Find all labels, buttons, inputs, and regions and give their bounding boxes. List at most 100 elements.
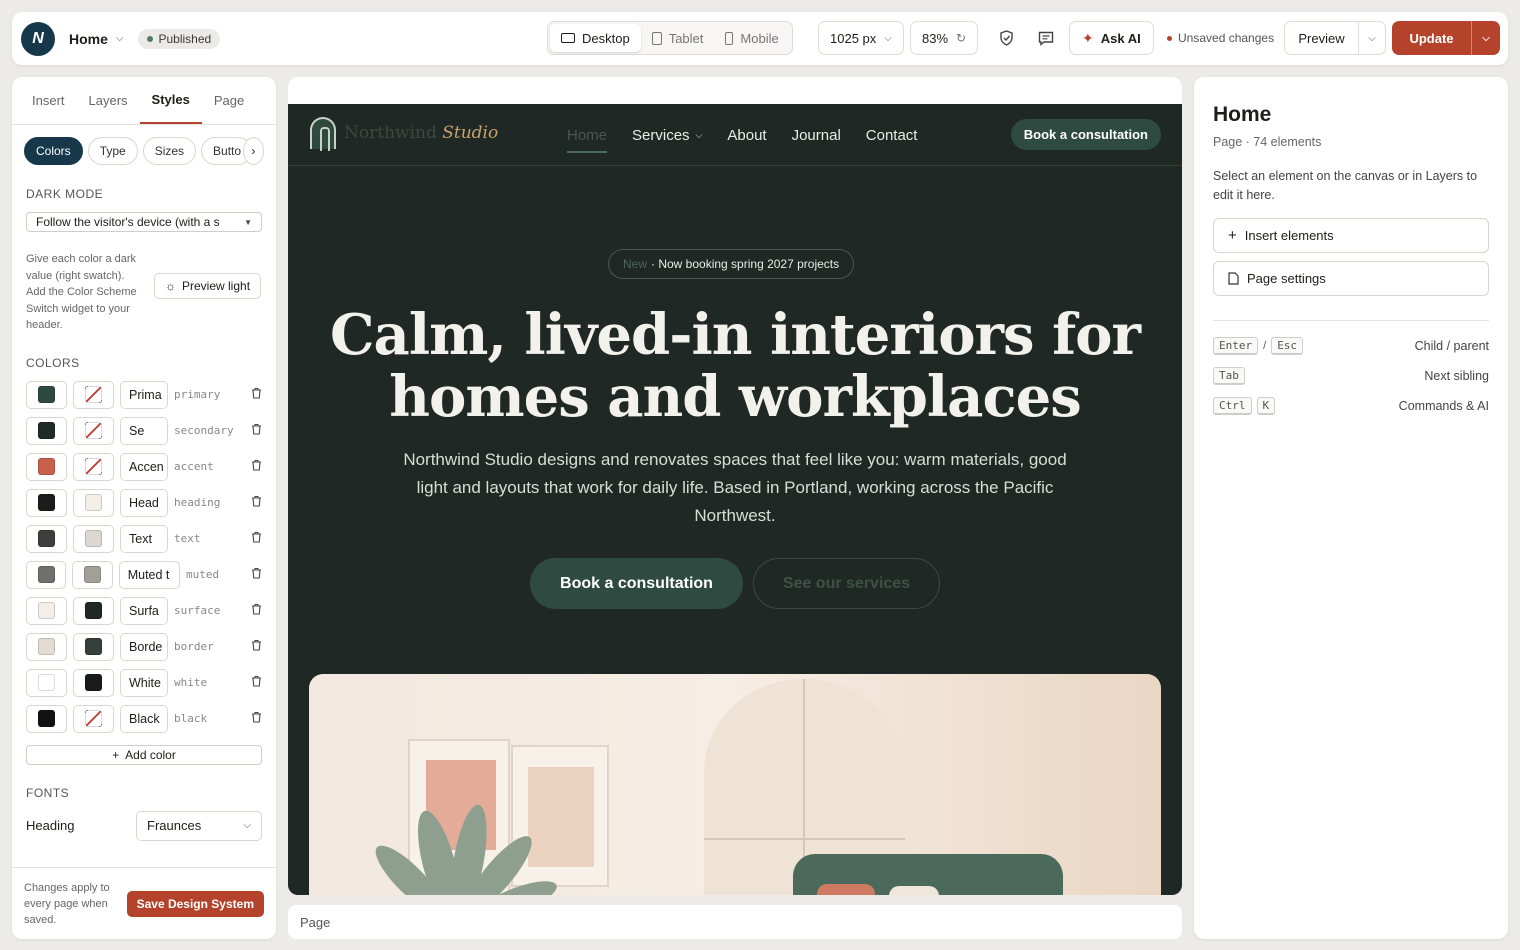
tab-insert[interactable]: Insert — [20, 77, 77, 124]
site-header[interactable]: Northwind Studio Home Services ⌵ About Jo… — [288, 104, 1182, 166]
color-name-input[interactable]: Borde — [120, 632, 168, 661]
site-nav-home[interactable]: Home — [567, 104, 608, 166]
dark-swatch-button[interactable] — [73, 488, 114, 517]
divider — [1213, 320, 1489, 321]
hero-title[interactable]: Calm, lived-in interiors for homes and w… — [328, 304, 1142, 428]
trash-icon[interactable] — [251, 603, 262, 618]
hero-primary-button[interactable]: Book a consultation — [530, 558, 743, 609]
site-brand[interactable]: Northwind Studio — [310, 117, 499, 151]
chip-type[interactable]: Type — [87, 137, 138, 165]
trash-icon[interactable] — [251, 711, 262, 726]
color-swatch — [38, 422, 55, 439]
device-tablet[interactable]: Tablet — [641, 24, 715, 52]
canvas[interactable]: Northwind Studio Home Services ⌵ About Jo… — [288, 77, 1182, 895]
light-swatch-button[interactable] — [26, 596, 67, 625]
dark-mode-select[interactable]: Follow the visitor's device (with a s ▼ — [26, 212, 262, 232]
dark-swatch-button[interactable] — [73, 632, 114, 661]
device-desktop[interactable]: Desktop — [550, 24, 641, 52]
light-swatch-button[interactable] — [26, 416, 67, 445]
update-button[interactable]: Update — [1392, 21, 1472, 55]
insert-elements-button[interactable]: + Insert elements — [1213, 218, 1489, 253]
color-row-primary: Prima primary — [12, 377, 276, 413]
preview-options-button[interactable]: ⌵ — [1359, 22, 1385, 54]
tab-page[interactable]: Page — [202, 77, 256, 124]
update-options-button[interactable]: ⌵ — [1472, 21, 1500, 55]
trash-icon[interactable] — [251, 675, 262, 690]
canvas-width-select[interactable]: 1025 px ⌵ — [818, 21, 904, 55]
hero-primary-label: Book a consultation — [560, 574, 713, 592]
app-logo[interactable]: N — [21, 21, 55, 56]
site-nav-links: Home Services ⌵ About Journal Contact — [567, 104, 917, 166]
shield-icon[interactable] — [995, 27, 1017, 49]
device-mobile[interactable]: Mobile — [714, 24, 789, 52]
logo-letter: N — [32, 29, 44, 47]
heading-font-select[interactable]: Fraunces ⌵ — [136, 810, 262, 841]
dark-swatch-button[interactable] — [73, 524, 114, 553]
site-nav-services[interactable]: Services ⌵ — [632, 104, 702, 166]
preview-light-button[interactable]: ☼ Preview light — [154, 273, 262, 299]
dark-swatch-button[interactable] — [72, 560, 113, 589]
light-swatch-button[interactable] — [26, 560, 67, 589]
announcement-pill[interactable]: New · Now booking spring 2027 projects — [608, 249, 855, 279]
page-switcher[interactable]: Home ⌵ — [69, 31, 124, 47]
color-name-input[interactable]: Muted t — [118, 560, 180, 589]
site-nav-contact[interactable]: Contact — [866, 104, 918, 166]
color-name-input[interactable]: White — [120, 668, 168, 697]
dark-swatch-button[interactable] — [73, 380, 114, 409]
color-name-input[interactable]: Prima — [120, 380, 168, 409]
hero-secondary-button[interactable]: See our services — [753, 558, 940, 609]
dark-swatch-button[interactable] — [73, 416, 114, 445]
color-name-input[interactable]: Surfa — [120, 596, 168, 625]
chip-colors[interactable]: Colors — [24, 137, 83, 165]
trash-icon[interactable] — [251, 387, 262, 402]
preview-button[interactable]: Preview — [1285, 22, 1359, 54]
trash-icon[interactable] — [251, 495, 262, 510]
hero-illustration[interactable] — [309, 674, 1161, 895]
chevron-right-icon[interactable]: › — [242, 137, 264, 165]
dark-swatch-button[interactable] — [73, 704, 114, 733]
page-settings-button[interactable]: Page settings — [1213, 261, 1489, 296]
trash-icon[interactable] — [251, 531, 262, 546]
update-label: Update — [1409, 30, 1454, 46]
site-nav-about[interactable]: About — [727, 104, 766, 166]
color-name-input[interactable]: Black — [120, 704, 168, 733]
zoom-control[interactable]: 83% ↻ — [910, 21, 979, 55]
trash-icon[interactable] — [251, 423, 262, 438]
preview-button-group: Preview ⌵ — [1284, 21, 1386, 55]
color-name-input[interactable]: Head — [120, 488, 168, 517]
site-preview[interactable]: Northwind Studio Home Services ⌵ About Jo… — [288, 104, 1182, 895]
dark-swatch-button[interactable] — [73, 668, 114, 697]
canvas-breadcrumb[interactable]: Page — [288, 905, 1182, 939]
color-name-input[interactable]: Se — [120, 416, 168, 445]
light-swatch-button[interactable] — [26, 452, 67, 481]
comments-icon[interactable] — [1035, 27, 1057, 49]
color-swatch — [84, 566, 102, 583]
trash-icon[interactable] — [251, 567, 262, 582]
trash-icon[interactable] — [251, 459, 262, 474]
ask-ai-button[interactable]: ✦ Ask AI — [1069, 21, 1154, 55]
light-swatch-button[interactable] — [26, 380, 67, 409]
light-swatch-button[interactable] — [26, 524, 67, 553]
site-nav-journal[interactable]: Journal — [792, 104, 841, 166]
light-swatch-button[interactable] — [26, 704, 67, 733]
color-token: muted — [186, 568, 220, 581]
tab-layers[interactable]: Layers — [77, 77, 140, 124]
preview-label: Preview — [1298, 30, 1345, 46]
color-swatch — [38, 710, 55, 727]
dark-swatch-button[interactable] — [73, 596, 114, 625]
chip-sizes[interactable]: Sizes — [142, 137, 197, 165]
dark-swatch-button[interactable] — [73, 452, 114, 481]
light-swatch-button[interactable] — [26, 488, 67, 517]
light-swatch-button[interactable] — [26, 668, 67, 697]
brand-name-italic: Studio — [442, 123, 499, 143]
color-name-input[interactable]: Text — [120, 524, 168, 553]
trash-icon[interactable] — [251, 639, 262, 654]
tab-styles[interactable]: Styles — [139, 77, 202, 124]
inspector-panel: Home Page · 74 elements Select an elemen… — [1194, 77, 1508, 939]
add-color-button[interactable]: + Add color — [26, 744, 262, 765]
save-design-system-button[interactable]: Save Design System — [126, 890, 264, 917]
light-swatch-button[interactable] — [26, 632, 67, 661]
color-name-input[interactable]: Accen — [120, 452, 168, 481]
site-header-cta[interactable]: Book a consultation — [1010, 119, 1161, 150]
hero-subtitle[interactable]: Northwind Studio designs and renovates s… — [398, 446, 1072, 530]
